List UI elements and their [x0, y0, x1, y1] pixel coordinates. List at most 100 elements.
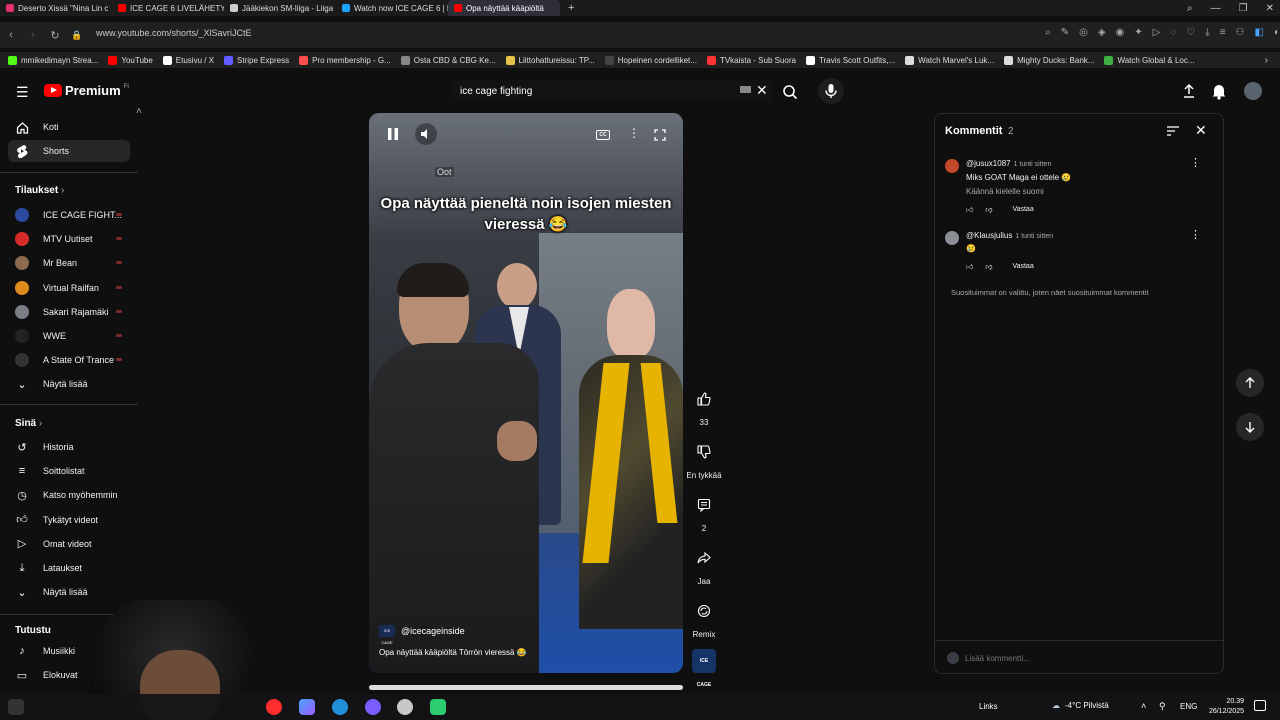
comment-more-icon[interactable]: ⋮: [1190, 156, 1201, 169]
edit-icon[interactable]: ✎: [1061, 27, 1069, 38]
copilot-icon[interactable]: [299, 699, 315, 715]
sidebar-collapse-caret[interactable]: ˄: [136, 106, 142, 117]
sort-icon[interactable]: [1166, 125, 1180, 137]
reload-icon[interactable]: ↻: [44, 29, 66, 42]
app-icon[interactable]: [397, 699, 413, 715]
subscriptions-heading[interactable]: Tilaukset ›: [15, 185, 64, 196]
previous-short-button[interactable]: [1236, 369, 1264, 397]
reply-button[interactable]: Vastaa: [1012, 263, 1033, 270]
bookmark-item[interactable]: Osta CBD & CBG Ke...: [400, 55, 496, 65]
search-input[interactable]: [460, 83, 730, 99]
comment-like-icon[interactable]: 👍︎: [966, 262, 973, 271]
back-icon[interactable]: ‹: [0, 29, 22, 41]
settings-icon[interactable]: ◐: [1274, 27, 1280, 38]
create-upload-icon[interactable]: [1180, 82, 1198, 100]
restore-icon[interactable]: ❐: [1239, 3, 1248, 14]
search-tabs-icon[interactable]: ⌕: [1187, 3, 1193, 14]
notifications-icon[interactable]: [1254, 700, 1266, 711]
show-more-subscriptions[interactable]: ⌄ Näytä lisää: [8, 373, 130, 395]
input-language[interactable]: ENG: [1180, 702, 1197, 711]
bookmark-item[interactable]: Stripe Express: [224, 55, 289, 65]
sidebar-item-you[interactable]: 👍︎ Tykätyt videot: [8, 509, 130, 531]
comments-button[interactable]: 2: [684, 492, 724, 533]
keyboard-icon[interactable]: [740, 86, 751, 93]
app-icon[interactable]: [430, 699, 446, 715]
sidebar-item-subscription[interactable]: Sakari Rajamäki: [8, 301, 130, 323]
camera-icon[interactable]: ◎: [1079, 27, 1088, 38]
bookmark-item[interactable]: Travis Scott Outfits,...: [805, 55, 895, 65]
dislike-button[interactable]: En tykkää: [684, 439, 724, 480]
shorts-player[interactable]: Opa näyttää pieneltä noin isojen miesten…: [369, 113, 683, 673]
bookmark-item[interactable]: Liittohattureissu: TP...: [505, 55, 595, 65]
download-icon[interactable]: ⤓: [1205, 27, 1209, 38]
channel-thumbnail[interactable]: ICE CAGE: [692, 649, 716, 688]
bookmark-item[interactable]: Pro membership - G...: [299, 55, 391, 65]
bookmark-item[interactable]: Hopeinen cordelliket...: [604, 55, 697, 65]
profile-icon[interactable]: ⚇: [1236, 27, 1245, 38]
menu-icon[interactable]: ≡: [1220, 27, 1226, 38]
network-icon[interactable]: ⚲: [1159, 701, 1166, 712]
tray-chevron-icon[interactable]: ˄: [1141, 701, 1146, 711]
vpn-icon[interactable]: ◉: [1116, 27, 1125, 38]
notifications-bell-icon[interactable]: [1211, 82, 1227, 100]
browser-tab-active[interactable]: Opa näyttää kääpiöltä: [448, 0, 560, 16]
fullscreen-button[interactable]: [654, 129, 666, 141]
taskbar-app-icon[interactable]: [8, 699, 24, 715]
pause-button[interactable]: [387, 127, 399, 141]
sidebar-item-subscription[interactable]: Mr Bean: [8, 252, 130, 274]
sidebar-item-you[interactable]: ▷ Omat videot: [8, 533, 130, 555]
translate-link[interactable]: Käännä kielelle suomi: [966, 187, 1044, 196]
comment-dislike-icon[interactable]: 👎︎: [985, 205, 992, 214]
youtube-premium-logo[interactable]: Premium FI: [44, 83, 129, 98]
bookmark-item[interactable]: mmikedimayn Strea...: [8, 55, 98, 65]
sidebar-item-you[interactable]: ⤓ Lataukset: [8, 557, 130, 579]
comment-like-icon[interactable]: 👍︎: [966, 205, 973, 214]
bookmark-item[interactable]: Watch Marvel's Luk...: [905, 55, 994, 65]
comment-author[interactable]: @Klausjulius 1 tunti sitten: [966, 231, 1053, 240]
browser-tab[interactable]: Deserto Xissä "Nina Lin c: [0, 0, 112, 16]
snapshot-icon[interactable]: ◌: [1170, 27, 1176, 38]
clock[interactable]: 20.39 26/12/2025: [1200, 697, 1244, 717]
minimize-icon[interactable]: —: [1211, 3, 1221, 14]
player-icon[interactable]: ▷: [1153, 27, 1161, 38]
sidebar-item-subscription[interactable]: ICE CAGE FIGHT...: [8, 204, 130, 226]
comment-author[interactable]: @jusux1087 1 tunti sitten: [966, 159, 1051, 168]
browser-tab[interactable]: Watch now ICE CAGE 6 | L: [336, 0, 448, 16]
shield-icon[interactable]: ◈: [1098, 27, 1106, 38]
comment-more-icon[interactable]: ⋮: [1190, 228, 1201, 241]
zoom-icon[interactable]: ⌕: [1045, 27, 1051, 38]
bookmark-item[interactable]: TVkaista - Sub Suora: [706, 55, 796, 65]
bookmark-item[interactable]: Mighty Ducks: Bank...: [1004, 55, 1094, 65]
url-field[interactable]: www.youtube.com/shorts/_XlSavriJCtE: [96, 28, 252, 38]
commenter-avatar[interactable]: [945, 231, 959, 245]
channel-row[interactable]: ICE CAGE @icecageinside: [379, 625, 465, 645]
channel-handle[interactable]: @icecageinside: [401, 626, 465, 636]
more-options-icon[interactable]: ⋮: [628, 126, 640, 140]
sidebar-item-subscription[interactable]: A State Of Trance: [8, 349, 130, 371]
volume-button[interactable]: [415, 123, 437, 145]
bookmarks-overflow-icon[interactable]: ›: [1265, 55, 1268, 66]
add-comment-input[interactable]: [965, 651, 1205, 665]
sidebar-item-subscription[interactable]: MTV Uutiset: [8, 228, 130, 250]
account-avatar[interactable]: [1244, 82, 1262, 100]
captions-icon[interactable]: CC: [596, 130, 610, 140]
forward-icon[interactable]: ›: [22, 29, 44, 41]
remix-button[interactable]: Remix: [684, 598, 724, 639]
sidebar-item-you[interactable]: ↺ Historia: [8, 436, 130, 458]
like-button[interactable]: 33: [684, 386, 724, 427]
new-tab-button[interactable]: +: [568, 2, 574, 14]
bookmark-item[interactable]: Watch Global & Loc...: [1104, 55, 1195, 65]
sidebar-item-you[interactable]: ≡ Soittolistat: [8, 460, 130, 482]
browser-tab[interactable]: ICE CAGE 6 LIVELÄHETYS: [112, 0, 224, 16]
weather-widget[interactable]: ☁ -4°C Pilvistä: [1052, 701, 1109, 710]
sidebar-toggle-icon[interactable]: ◧: [1255, 27, 1264, 38]
share-button[interactable]: Jaa: [684, 545, 724, 586]
reply-button[interactable]: Vastaa: [1012, 206, 1033, 213]
close-comments-icon[interactable]: ✕: [1195, 122, 1207, 139]
heart-icon[interactable]: ♡: [1186, 27, 1195, 38]
discord-icon[interactable]: [365, 699, 381, 715]
sidebar-item-subscription[interactable]: Virtual Railfan: [8, 277, 130, 299]
browser-tab[interactable]: Jääkiekon SM-liiga - Liiga: [224, 0, 336, 16]
sidebar-item-home[interactable]: Koti: [8, 116, 130, 138]
voice-search-button[interactable]: [818, 78, 844, 104]
